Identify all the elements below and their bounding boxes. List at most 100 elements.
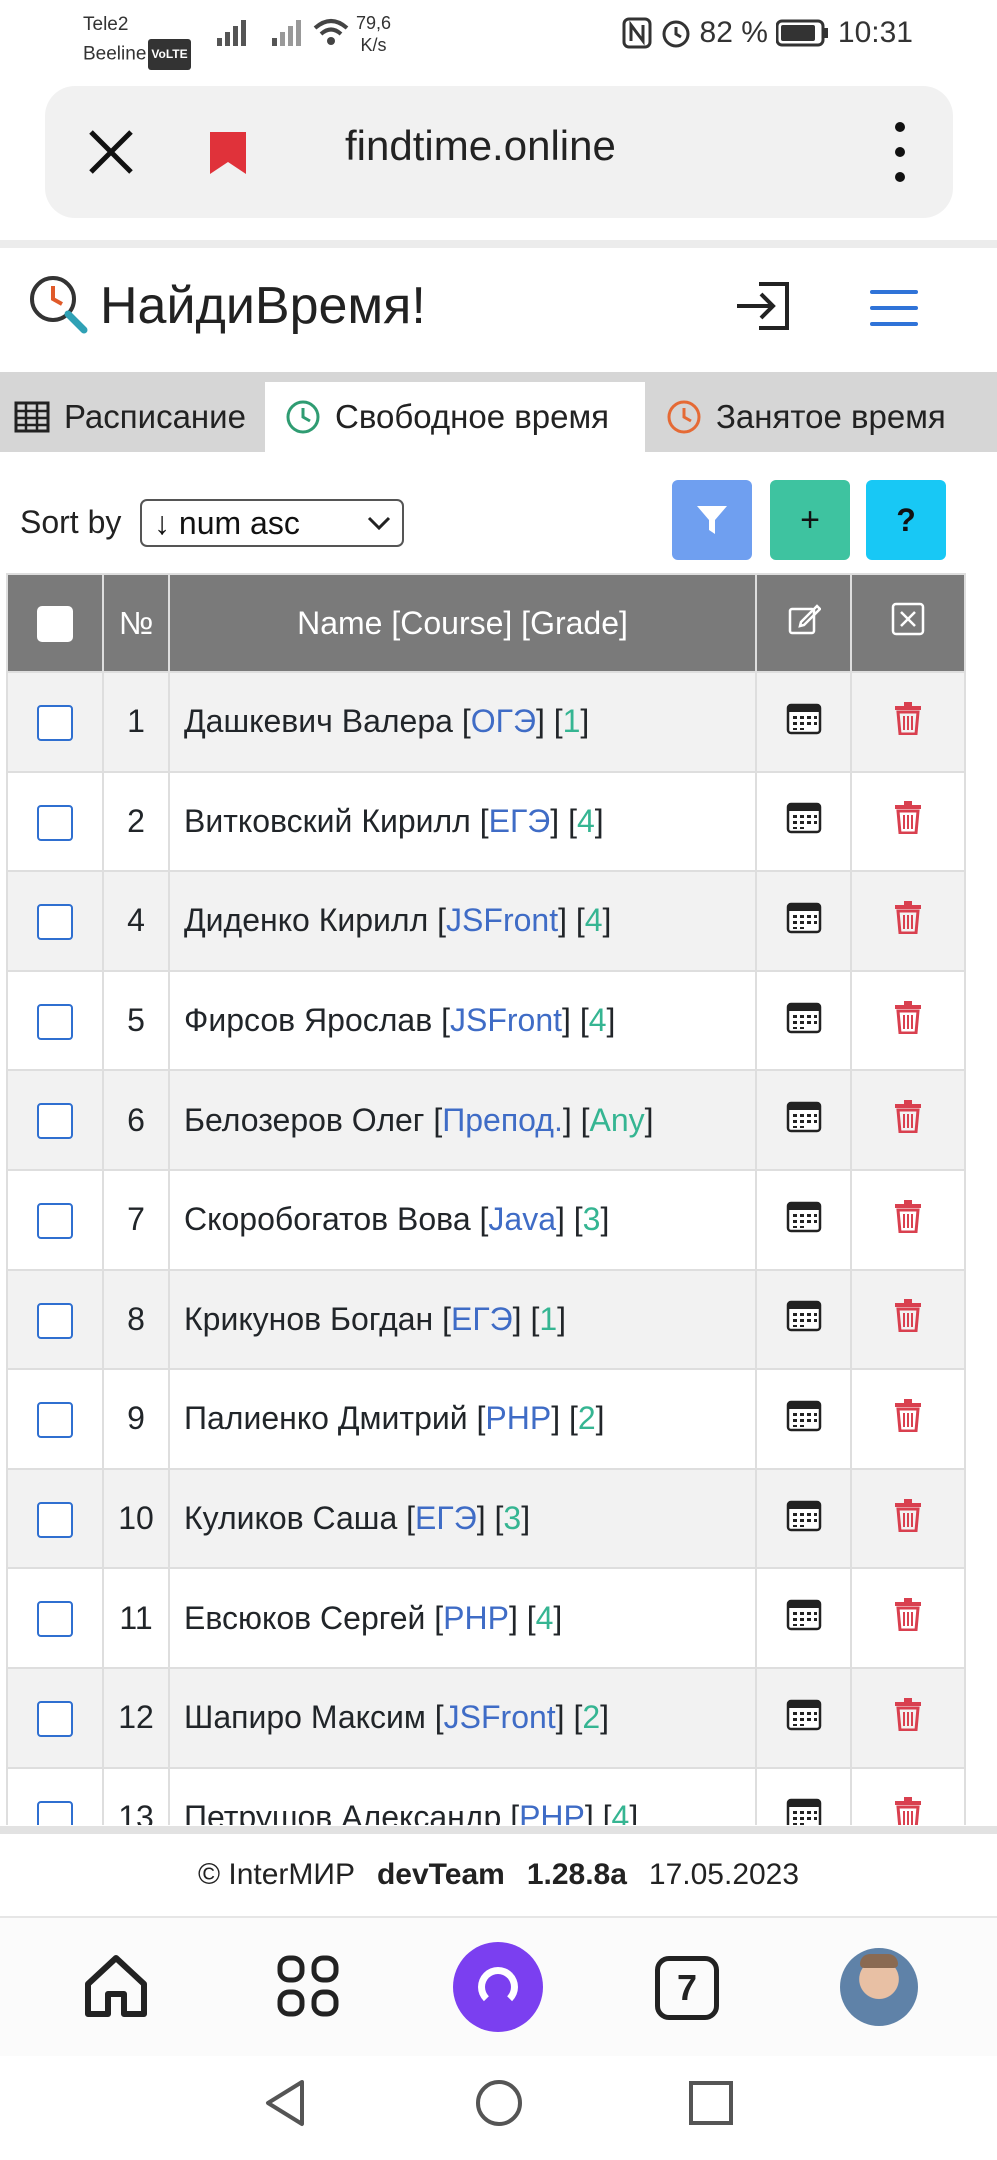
tab-busy-time[interactable]: Занятое время bbox=[648, 382, 990, 452]
calendar-icon[interactable] bbox=[786, 701, 822, 735]
back-triangle-icon[interactable] bbox=[262, 2078, 308, 2128]
row-name-cell: Дашкевич Валера [ОГЭ] [1] bbox=[168, 671, 757, 773]
recents-square-icon[interactable] bbox=[688, 2080, 734, 2126]
calendar-icon[interactable] bbox=[786, 1298, 822, 1332]
row-checkbox[interactable] bbox=[37, 1003, 73, 1040]
calendar-icon[interactable] bbox=[786, 900, 822, 934]
row-checkbox[interactable] bbox=[37, 1800, 73, 1825]
filter-button[interactable] bbox=[672, 480, 752, 560]
row-calendar-cell bbox=[755, 770, 852, 873]
avatar[interactable] bbox=[840, 1948, 918, 2026]
row-delete-cell bbox=[850, 1467, 966, 1570]
trash-icon[interactable] bbox=[893, 1398, 923, 1433]
grade-link[interactable]: 3 bbox=[583, 1201, 601, 1237]
signal-icon-2 bbox=[272, 20, 301, 46]
filter-icon bbox=[697, 506, 727, 534]
row-checkbox[interactable] bbox=[37, 1701, 73, 1737]
bookmark-icon[interactable] bbox=[208, 130, 248, 176]
course-link[interactable]: PHP bbox=[485, 1400, 551, 1436]
course-link[interactable]: ОГЭ bbox=[471, 703, 536, 739]
grade-link[interactable]: 2 bbox=[578, 1400, 596, 1436]
course-link[interactable]: ЕГЭ bbox=[451, 1301, 513, 1337]
edit-icon[interactable] bbox=[787, 602, 822, 636]
trash-icon[interactable] bbox=[893, 1000, 923, 1035]
row-checkbox[interactable] bbox=[37, 1203, 73, 1240]
home-circle-icon[interactable] bbox=[474, 2078, 524, 2128]
grade-link[interactable]: 1 bbox=[563, 703, 581, 739]
trash-icon[interactable] bbox=[893, 1796, 923, 1825]
trash-icon[interactable] bbox=[893, 1199, 923, 1234]
trash-icon[interactable] bbox=[893, 900, 923, 935]
trash-icon[interactable] bbox=[893, 1697, 923, 1732]
calendar-icon[interactable] bbox=[786, 1000, 822, 1034]
more-menu-icon[interactable] bbox=[895, 122, 905, 182]
add-button[interactable]: + bbox=[770, 480, 850, 560]
row-checkbox[interactable] bbox=[37, 904, 73, 941]
table-row: 7 Скоробогатов Вова [Java] [3] bbox=[6, 1168, 966, 1271]
calendar-icon[interactable] bbox=[786, 1597, 822, 1631]
calendar-icon[interactable] bbox=[786, 1199, 822, 1233]
table-row: 5 Фирсов Ярослав [JSFront] [4] bbox=[6, 969, 966, 1072]
row-checkbox[interactable] bbox=[37, 1302, 73, 1339]
trash-icon[interactable] bbox=[893, 1298, 923, 1333]
url-text[interactable]: findtime.online bbox=[345, 122, 616, 170]
course-link[interactable]: Препод. bbox=[442, 1102, 563, 1138]
apps-grid-icon[interactable] bbox=[276, 1954, 340, 2018]
course-link[interactable]: Java bbox=[488, 1201, 556, 1237]
grade-link[interactable]: 4 bbox=[612, 1799, 630, 1825]
grade-link[interactable]: 1 bbox=[539, 1301, 557, 1337]
row-num: 2 bbox=[102, 770, 170, 873]
login-icon[interactable] bbox=[733, 278, 795, 334]
grade-link[interactable]: 3 bbox=[503, 1500, 521, 1536]
tab-free-time[interactable]: Свободное время bbox=[265, 382, 645, 452]
trash-icon[interactable] bbox=[893, 701, 923, 736]
sort-select[interactable]: ↓ num asc bbox=[140, 499, 404, 547]
course-link[interactable]: JSFront bbox=[446, 902, 558, 938]
calendar-icon[interactable] bbox=[786, 1796, 822, 1825]
grade-link[interactable]: 4 bbox=[536, 1600, 554, 1636]
course-link[interactable]: PHP bbox=[443, 1600, 509, 1636]
close-box-icon[interactable] bbox=[891, 602, 925, 636]
trash-icon[interactable] bbox=[893, 1099, 923, 1134]
calendar-icon[interactable] bbox=[786, 1498, 822, 1532]
calendar-icon[interactable] bbox=[786, 1697, 822, 1731]
select-all-checkbox[interactable] bbox=[37, 606, 73, 643]
grade-link[interactable]: 2 bbox=[582, 1699, 600, 1735]
grade-link[interactable]: 4 bbox=[577, 803, 595, 839]
row-num: 8 bbox=[102, 1268, 170, 1371]
grade-link[interactable]: Any bbox=[590, 1102, 645, 1138]
row-checkbox[interactable] bbox=[37, 1501, 73, 1538]
course-link[interactable]: ЕГЭ bbox=[489, 803, 551, 839]
chevron-down-icon bbox=[367, 516, 391, 531]
calendar-icon[interactable] bbox=[786, 800, 822, 834]
row-name-cell: Белозеров Олег [Препод.] [Any] bbox=[168, 1069, 757, 1171]
clock-time: 10:31 bbox=[837, 16, 913, 49]
trash-icon[interactable] bbox=[893, 800, 923, 835]
row-checkbox[interactable] bbox=[37, 804, 73, 841]
calendar-icon[interactable] bbox=[786, 1398, 822, 1432]
course-link[interactable]: ЕГЭ bbox=[415, 1500, 477, 1536]
home-icon[interactable] bbox=[80, 1950, 152, 2022]
tab-schedule[interactable]: Расписание bbox=[0, 382, 262, 452]
row-checkbox[interactable] bbox=[37, 1103, 73, 1140]
course-link[interactable]: PHP bbox=[519, 1799, 585, 1825]
course-link[interactable]: JSFront bbox=[444, 1699, 556, 1735]
close-icon[interactable] bbox=[85, 126, 137, 178]
tabs-count-button[interactable]: 7 bbox=[655, 1956, 719, 2020]
course-link[interactable]: JSFront bbox=[450, 1002, 562, 1038]
row-checkbox[interactable] bbox=[37, 705, 73, 742]
student-name: Крикунов Богдан bbox=[184, 1300, 434, 1337]
row-delete-cell bbox=[850, 870, 966, 972]
help-button[interactable]: ? bbox=[866, 480, 946, 560]
grade-link[interactable]: 4 bbox=[589, 1002, 607, 1038]
trash-icon[interactable] bbox=[893, 1498, 923, 1533]
table-header-row: № Name [Course] [Grade] bbox=[6, 573, 966, 673]
student-name: Палиенко Дмитрий bbox=[184, 1400, 468, 1437]
row-checkbox[interactable] bbox=[37, 1402, 73, 1439]
menu-hamburger-icon[interactable] bbox=[870, 290, 918, 326]
alice-assistant-icon[interactable] bbox=[453, 1942, 543, 2032]
calendar-icon[interactable] bbox=[786, 1099, 822, 1133]
grade-link[interactable]: 4 bbox=[585, 902, 603, 938]
trash-icon[interactable] bbox=[893, 1597, 923, 1632]
row-checkbox[interactable] bbox=[37, 1601, 73, 1638]
